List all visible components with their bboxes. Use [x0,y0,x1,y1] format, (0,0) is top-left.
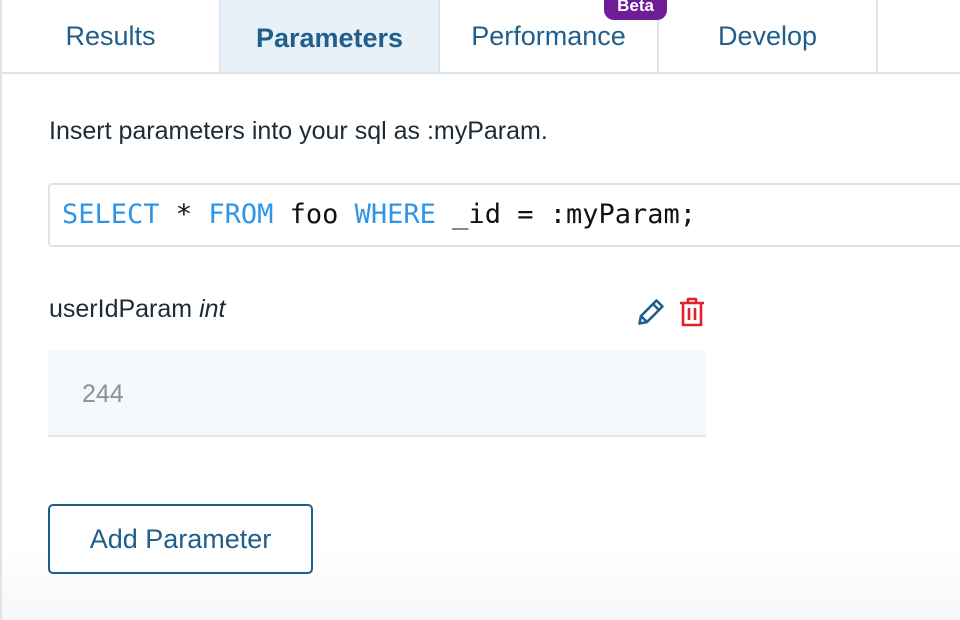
parameters-hint: Insert parameters into your sql as :myPa… [49,117,548,145]
tab-bar: Results Parameters Performance Beta Deve… [2,0,960,74]
tab-label: Parameters [255,22,404,53]
sql-keyword-select: SELECT [62,199,160,230]
sql-text: _id = :myParam; [435,199,697,230]
tab-label: Results [65,20,156,51]
parameter-value-input[interactable]: 244 [48,351,706,437]
edit-parameter-button[interactable] [634,295,668,329]
sql-text: * [159,199,209,230]
parameter-name: userIdParam [49,295,193,323]
tab-develop[interactable]: Develop [659,0,878,72]
tab-parameters[interactable]: Parameters [221,0,440,72]
delete-parameter-button[interactable] [675,295,709,329]
tab-results[interactable]: Results [2,0,221,72]
tab-performance[interactable]: Performance Beta [440,0,667,72]
sql-keyword-where: WHERE [354,199,436,230]
parameter-label: userIdParam int [49,295,225,324]
pencil-icon [638,299,664,325]
sql-example: SELECT * FROM foo WHERE _id = :myParam; [48,183,960,247]
beta-badge: Beta [604,0,667,20]
tab-label: Performance [471,20,626,51]
sql-keyword-from: FROM [208,199,274,230]
tab-label: Develop [717,20,818,51]
sql-text: foo [273,199,355,230]
parameter-type: int [199,295,226,323]
trash-icon [680,297,704,327]
add-parameter-button[interactable]: Add Parameter [48,504,313,574]
parameters-view: Results Parameters Performance Beta Deve… [0,0,960,620]
